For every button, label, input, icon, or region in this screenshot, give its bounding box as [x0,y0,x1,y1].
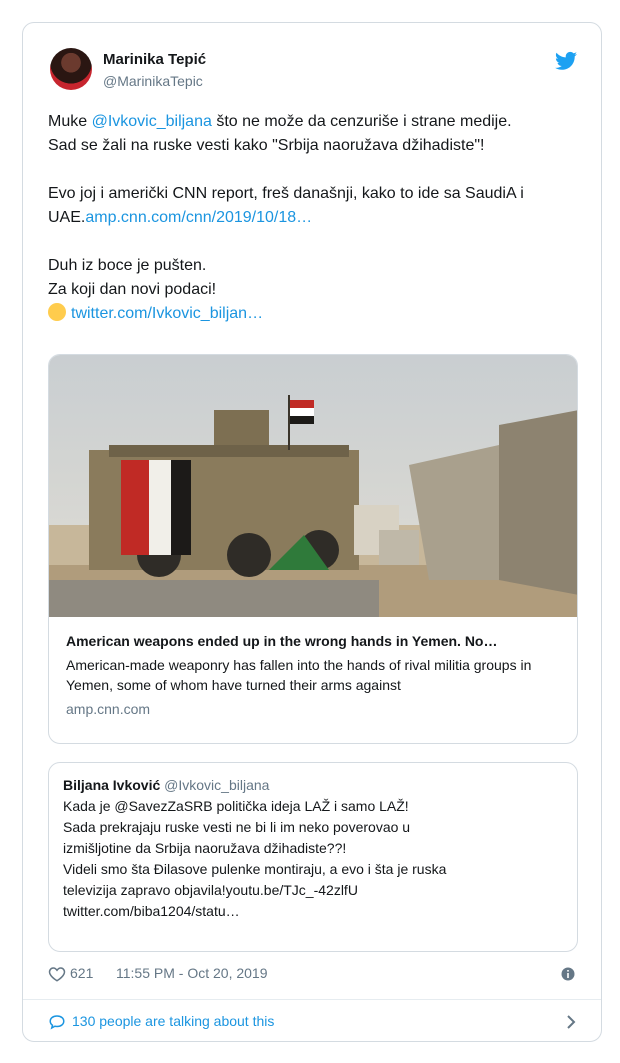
quoted-text-line: Kada je @SavezZaSRB politička ideja LAŽ … [63,798,409,814]
quoted-text-line: Videli smo šta Đilasove pulenke montiraj… [63,861,447,877]
quoted-text-line: twitter.com/biba1204/statu… [63,903,240,919]
quoted-author-name: Biljana Ivković [63,777,161,793]
text-segment: Muke [48,113,92,130]
author-avatar[interactable] [50,48,92,90]
quoted-text-line: televizija zapravo objavila!youtu.be/TJc… [63,882,358,898]
link-preview-domain: amp.cnn.com [66,701,151,717]
author-handle[interactable]: @MarinikaTepic [103,73,203,89]
divider [23,999,601,1000]
tweet-timestamp[interactable]: 11:55 PM - Oct 20, 2019 [116,965,268,981]
quoted-text-line: izmišljotine da Srbija naoružava džihadi… [63,840,347,856]
link-preview-card[interactable]: American weapons ended up in the wrong h… [48,354,578,744]
text-segment: što ne može da cenzuriše i strane medije… [211,113,512,130]
quoted-author-handle: @Ivkovic_biljana [164,777,270,793]
text-line: Sad se žali na ruske vesti kako "Srbija … [48,137,485,154]
cnn-url-link[interactable]: amp.cnn.com/cnn/2019/10/18… [85,209,312,226]
twitter-url-link[interactable]: twitter.com/Ivkovic_biljan… [71,305,263,322]
conversation-label[interactable]: 130 people are talking about this [72,1013,274,1029]
mention-link[interactable]: @Ivkovic_biljana [92,113,212,130]
embedded-tweet-card: Marinika Tepić @MarinikaTepic Muke @Ivko… [22,22,602,1042]
author-name[interactable]: Marinika Tepić [103,51,206,68]
like-count[interactable]: 621 [70,965,93,981]
armored-vehicle-photo [49,355,577,617]
info-icon[interactable] [561,967,575,981]
link-preview-description: American-made weaponry has fallen into t… [66,657,532,693]
conversation-link[interactable]: 130 people are talking about this [48,1011,578,1035]
link-preview-text: American weapons ended up in the wrong h… [66,631,566,717]
twitter-bird-icon[interactable] [555,51,577,71]
quoted-text-line: Sada prekrajaju ruske vesti ne bi li im … [63,819,411,835]
text-line: Evo joj i američki CNN report, freš dana… [48,185,524,202]
chevron-right-icon[interactable] [564,1013,578,1031]
quoted-tweet-header: Biljana Ivković @Ivkovic_biljana [63,775,563,796]
link-preview-title: American weapons ended up in the wrong h… [66,633,498,649]
text-line: Za koji dan novi podaci! [48,281,217,298]
fist-emoji-icon [48,303,66,321]
text-line: Duh iz boce je pušten. [48,257,207,274]
heart-icon[interactable] [48,965,66,983]
quoted-tweet[interactable]: Biljana Ivković @Ivkovic_biljana Kada je… [48,762,578,952]
tweet-meta: 621 11:55 PM - Oct 20, 2019 [48,963,578,987]
text-segment: UAE. [48,209,86,226]
comment-bubble-icon [49,1015,65,1030]
tweet-text: Muke @Ivkovic_biljana što ne može da cen… [48,110,583,326]
